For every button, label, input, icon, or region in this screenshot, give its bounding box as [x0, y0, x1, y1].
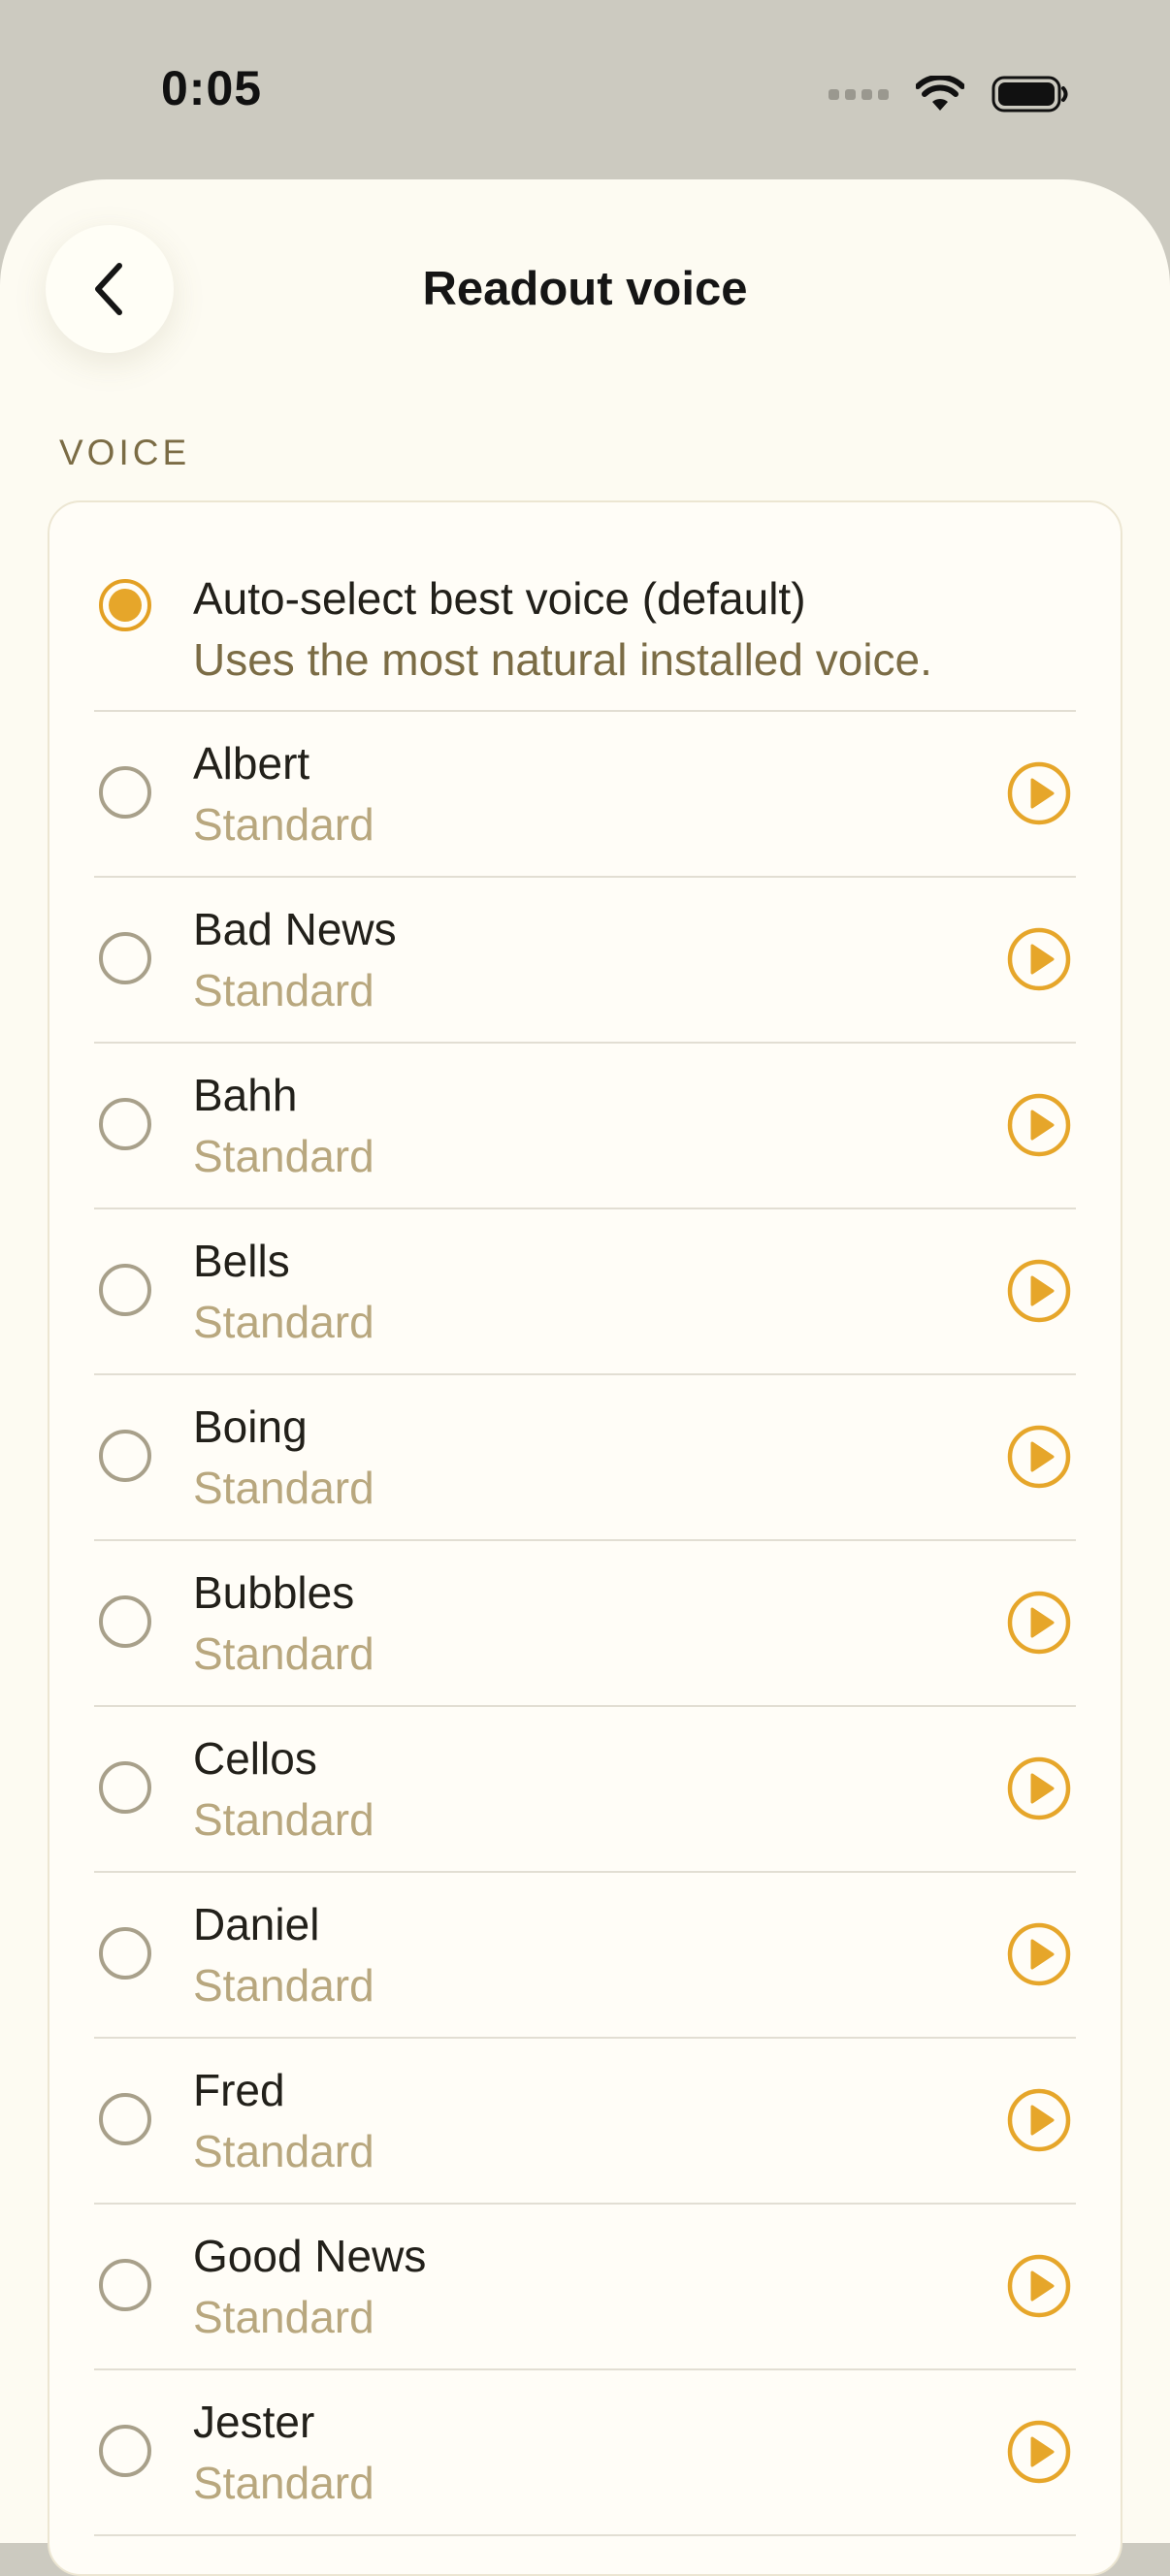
voice-label-block: Good News Standard: [193, 2226, 959, 2348]
voice-label-block: Fred Standard: [193, 2060, 959, 2182]
section-label-voice: VOICE: [59, 433, 191, 472]
voice-name: Bahh: [193, 1070, 298, 1120]
radio-button[interactable]: [99, 2425, 151, 2477]
radio-button[interactable]: [99, 1430, 151, 1482]
voice-name: Jester: [193, 2397, 315, 2447]
voice-subtitle: Standard: [193, 1960, 374, 2011]
cellular-signal-icon: [829, 89, 889, 100]
radio-button[interactable]: [99, 1098, 151, 1150]
voice-subtitle: Standard: [193, 1297, 374, 1347]
voice-row[interactable]: Fred Standard: [94, 2039, 1076, 2205]
voice-label-block: Albert Standard: [193, 733, 959, 855]
play-circle-icon: [1007, 1756, 1071, 1820]
voice-label-block: Boing Standard: [193, 1397, 959, 1519]
play-circle-icon: [1007, 1259, 1071, 1323]
voice-subtitle: Standard: [193, 799, 374, 850]
play-circle-icon: [1007, 2420, 1071, 2484]
voice-row[interactable]: Bahh Standard: [94, 1044, 1076, 1209]
radio-button[interactable]: [99, 1927, 151, 1980]
voice-name: Boing: [193, 1401, 308, 1452]
radio-button[interactable]: [99, 1595, 151, 1648]
voice-name: Bells: [193, 1236, 290, 1286]
voice-name: Cellos: [193, 1733, 317, 1784]
voice-subtitle: Standard: [193, 965, 374, 1015]
radio-button[interactable]: [99, 2093, 151, 2145]
page-title: Readout voice: [422, 263, 748, 315]
radio-button-selected[interactable]: [99, 579, 151, 631]
voice-subtitle: Standard: [193, 2126, 374, 2176]
status-icons: [829, 70, 1069, 118]
voice-row[interactable]: Cellos Standard: [94, 1707, 1076, 1873]
play-preview-button[interactable]: [1007, 1259, 1071, 1323]
voice-row[interactable]: Jester Standard: [94, 2370, 1076, 2536]
play-preview-button[interactable]: [1007, 927, 1071, 991]
play-circle-icon: [1007, 2088, 1071, 2152]
play-preview-button[interactable]: [1007, 2254, 1071, 2318]
voice-row[interactable]: Albert Standard: [94, 712, 1076, 878]
status-time: 0:05: [161, 61, 263, 115]
voice-subtitle: Standard: [193, 1463, 374, 1513]
play-circle-icon: [1007, 2254, 1071, 2318]
voice-subtitle: Standard: [193, 2292, 374, 2342]
play-circle-icon: [1007, 927, 1071, 991]
voice-row[interactable]: Boing Standard: [94, 1375, 1076, 1541]
radio-button[interactable]: [99, 2259, 151, 2311]
play-circle-icon: [1007, 1425, 1071, 1489]
voice-label-block: Bubbles Standard: [193, 1562, 959, 1685]
voice-list-card: Auto-select best voice (default) Uses the…: [48, 500, 1122, 2576]
voice-name: Daniel: [193, 1899, 320, 1949]
radio-button[interactable]: [99, 1761, 151, 1814]
play-preview-button[interactable]: [1007, 761, 1071, 825]
voice-row[interactable]: Bubbles Standard: [94, 1541, 1076, 1707]
voice-row[interactable]: Daniel Standard: [94, 1873, 1076, 2039]
voice-name: Albert: [193, 738, 310, 789]
play-preview-button[interactable]: [1007, 1591, 1071, 1655]
play-preview-button[interactable]: [1007, 1922, 1071, 1986]
play-circle-icon: [1007, 761, 1071, 825]
voice-subtitle: Standard: [193, 1794, 374, 1845]
voice-label-block: Bad News Standard: [193, 899, 959, 1021]
voice-label-block: Jester Standard: [193, 2392, 959, 2514]
voice-name: Fred: [193, 2065, 285, 2115]
voice-name: Bubbles: [193, 1567, 355, 1618]
voice-row[interactable]: Bad News Standard: [94, 878, 1076, 1044]
radio-button[interactable]: [99, 1264, 151, 1316]
battery-icon: [991, 76, 1068, 113]
voice-label-block: Bahh Standard: [193, 1065, 959, 1187]
play-circle-icon: [1007, 1591, 1071, 1655]
play-preview-button[interactable]: [1007, 2088, 1071, 2152]
play-preview-button[interactable]: [1007, 1756, 1071, 1820]
voice-subtitle: Standard: [193, 1131, 374, 1181]
play-preview-button[interactable]: [1007, 1093, 1071, 1157]
voice-label-block: Bells Standard: [193, 1231, 959, 1353]
wifi-icon: [916, 76, 964, 111]
radio-button[interactable]: [99, 932, 151, 984]
voice-subtitle: Uses the most natural installed voice.: [193, 634, 932, 685]
play-circle-icon: [1007, 1093, 1071, 1157]
voice-row-auto-select[interactable]: Auto-select best voice (default) Uses the…: [94, 502, 1076, 712]
voice-subtitle: Standard: [193, 2458, 374, 2508]
radio-dot: [109, 589, 142, 622]
status-bar: 0:05: [0, 0, 1170, 184]
play-circle-icon: [1007, 1922, 1071, 1986]
voice-subtitle: Standard: [193, 1628, 374, 1679]
play-preview-button[interactable]: [1007, 2420, 1071, 2484]
voice-label-block: Auto-select best voice (default) Uses the…: [193, 568, 959, 691]
radio-button[interactable]: [99, 766, 151, 819]
voice-name: Good News: [193, 2231, 427, 2281]
voice-list: Auto-select best voice (default) Uses the…: [49, 502, 1121, 2536]
play-preview-button[interactable]: [1007, 1425, 1071, 1489]
voice-row[interactable]: Good News Standard: [94, 2205, 1076, 2370]
voice-name: Auto-select best voice (default): [193, 573, 806, 624]
voice-name: Bad News: [193, 904, 397, 954]
voice-row[interactable]: Bells Standard: [94, 1209, 1076, 1375]
voice-label-block: Cellos Standard: [193, 1728, 959, 1851]
voice-label-block: Daniel Standard: [193, 1894, 959, 2016]
